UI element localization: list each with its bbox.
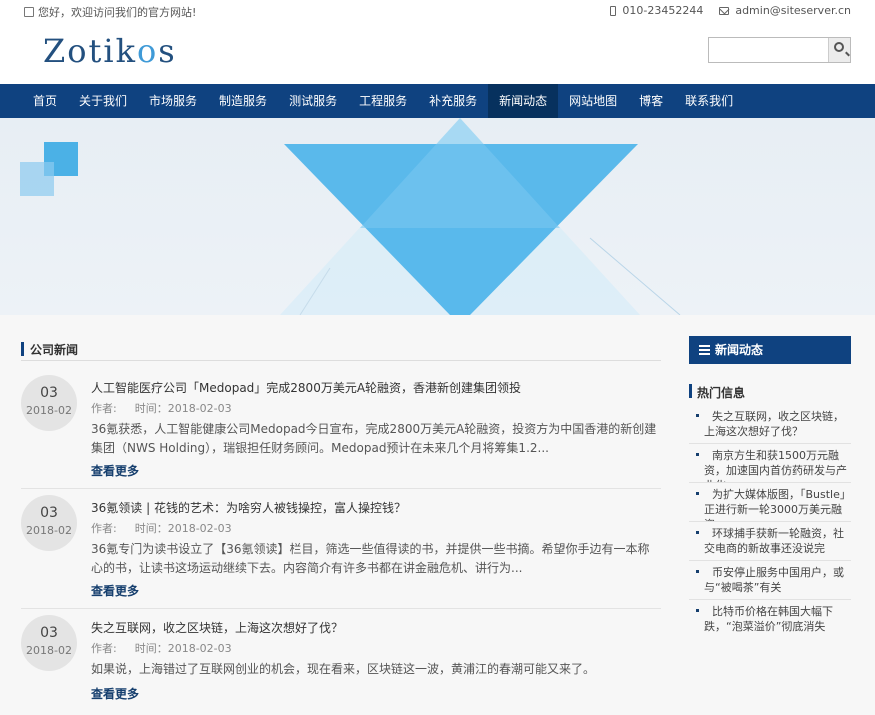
hot-item[interactable]: 南京方生和获1500万元融资，加速国内首仿药研发与产业化 bbox=[689, 444, 851, 483]
welcome-message: 您好，欢迎访问我们的官方网站! bbox=[24, 4, 196, 20]
contact-info: 010-23452244 admin@siteserver.cn bbox=[610, 4, 851, 17]
hot-item-text: 环球捕手获新一轮融资，社交电商的新故事还没说完 bbox=[704, 527, 844, 555]
read-more-link[interactable]: 查看更多 bbox=[91, 685, 139, 702]
nav-item-about[interactable]: 关于我们 bbox=[68, 84, 138, 118]
hot-item-text: 为扩大媒体版图，「Bustle」正进行新一轮3000万美元融资 bbox=[704, 488, 851, 521]
news-date: 03 2018-02 bbox=[21, 615, 77, 671]
nav-item-engineering[interactable]: 工程服务 bbox=[348, 84, 418, 118]
news-meta: 作者: 时间：2018-02-03 bbox=[91, 400, 232, 416]
hot-item-text: 币安停止服务中国用户，或与“被喝茶”有关 bbox=[704, 566, 844, 594]
logo-text-end: s bbox=[158, 32, 177, 70]
news-meta: 作者: 时间：2018-02-03 bbox=[91, 520, 232, 536]
hot-item-text: 南京方生和获1500万元融资，加速国内首仿药研发与产业化 bbox=[704, 449, 847, 482]
nav-item-contact[interactable]: 联系我们 bbox=[674, 84, 744, 118]
logo-text-main: Zotik bbox=[43, 32, 137, 70]
mail-icon bbox=[719, 6, 730, 15]
news-date-month: 2018-02 bbox=[26, 524, 72, 537]
hot-item[interactable]: 环球捕手获新一轮融资，社交电商的新故事还没说完 bbox=[689, 522, 851, 561]
nav-item-news[interactable]: 新闻动态 bbox=[488, 84, 559, 118]
hot-info-bar bbox=[689, 384, 692, 398]
hot-info-label: 热门信息 bbox=[697, 386, 746, 400]
news-time: 时间：2018-02-03 bbox=[134, 642, 232, 655]
section-title: 公司新闻 bbox=[21, 341, 661, 361]
search-box bbox=[708, 37, 851, 63]
top-bar: 您好，欢迎访问我们的官方网站! 010-23452244 admin@sites… bbox=[0, 0, 875, 22]
news-time: 时间：2018-02-03 bbox=[134, 402, 232, 415]
search-icon bbox=[834, 42, 844, 52]
news-item: 03 2018-02 失之互联网，收之区块链，上海这次想好了伐？ 作者: 时间：2… bbox=[21, 609, 661, 715]
news-meta: 作者: 时间：2018-02-03 bbox=[91, 640, 232, 656]
sidebar-header-label: 新闻动态 bbox=[715, 343, 764, 357]
news-summary: 36氪专门为读书设立了【36氪领读】栏目，筛选一些值得读的书，并提供一些书摘。希… bbox=[91, 542, 650, 575]
news-time: 时间：2018-02-03 bbox=[134, 522, 232, 535]
section-title-label: 公司新闻 bbox=[30, 343, 79, 357]
news-summary: 36氪获悉，人工智能健康公司Medopad今日宣布，完成2800万美元A轮融资，… bbox=[91, 422, 657, 455]
news-author: 作者: bbox=[91, 642, 117, 655]
phone-number: 010-23452244 bbox=[622, 4, 704, 17]
hot-list: 失之互联网，收之区块链，上海这次想好了伐？ 南京方生和获1500万元融资，加速国… bbox=[689, 405, 851, 639]
hot-info-title: 热门信息 bbox=[689, 383, 851, 400]
hot-item[interactable]: 币安停止服务中国用户，或与“被喝茶”有关 bbox=[689, 561, 851, 600]
news-date: 03 2018-02 bbox=[21, 375, 77, 431]
welcome-text: 您好，欢迎访问我们的官方网站! bbox=[38, 6, 197, 19]
news-date-day: 03 bbox=[40, 625, 58, 641]
news-author: 作者: bbox=[91, 402, 117, 415]
section-title-bar bbox=[21, 342, 24, 356]
news-author: 作者: bbox=[91, 522, 117, 535]
news-summary: 如果说，上海错过了互联网创业的机会，现在看来，区块链这一波，黄浦江的春潮可能又来… bbox=[91, 662, 596, 676]
search-input[interactable] bbox=[709, 38, 828, 62]
nav-item-home[interactable]: 首页 bbox=[22, 84, 68, 118]
sidebar-header: 新闻动态 bbox=[689, 336, 851, 364]
hot-item[interactable]: 比特币价格在韩国大幅下跌，“泡菜溢价”彻底消失 bbox=[689, 600, 851, 639]
news-list: 03 2018-02 人工智能医疗公司「Medopad」完成2800万美元A轮融… bbox=[21, 369, 661, 715]
read-more-link[interactable]: 查看更多 bbox=[91, 582, 139, 599]
news-item: 03 2018-02 人工智能医疗公司「Medopad」完成2800万美元A轮融… bbox=[21, 369, 661, 489]
home-icon bbox=[24, 7, 34, 17]
news-item: 03 2018-02 36氪领读 | 花钱的艺术：为啥穷人被钱操控，富人操控钱？… bbox=[21, 489, 661, 609]
main-nav: 首页 关于我们 市场服务 制造服务 测试服务 工程服务 补充服务 新闻动态 网站… bbox=[0, 84, 875, 118]
news-date-day: 03 bbox=[40, 505, 58, 521]
nav-item-manufacturing[interactable]: 制造服务 bbox=[208, 84, 278, 118]
news-title[interactable]: 36氪领读 | 花钱的艺术：为啥穷人被钱操控，富人操控钱？ bbox=[91, 499, 406, 516]
logo[interactable]: Zotikos bbox=[43, 32, 177, 70]
phone-icon bbox=[610, 5, 617, 16]
nav-item-market[interactable]: 市场服务 bbox=[138, 84, 208, 118]
nav-item-testing[interactable]: 测试服务 bbox=[278, 84, 348, 118]
read-more-link[interactable]: 查看更多 bbox=[91, 462, 139, 479]
list-icon bbox=[699, 345, 710, 355]
news-title[interactable]: 失之互联网，收之区块链，上海这次想好了伐？ bbox=[91, 619, 343, 636]
logo-text-accent: o bbox=[136, 32, 159, 70]
email-link[interactable]: admin@siteserver.cn bbox=[735, 4, 851, 17]
hot-item-text: 比特币价格在韩国大幅下跌，“泡菜溢价”彻底消失 bbox=[704, 605, 833, 633]
news-date-month: 2018-02 bbox=[26, 644, 72, 657]
nav-item-supplementary[interactable]: 补充服务 bbox=[418, 84, 488, 118]
main-content: 公司新闻 03 2018-02 人工智能医疗公司「Medopad」完成2800万… bbox=[0, 315, 875, 715]
hot-item[interactable]: 失之互联网，收之区块链，上海这次想好了伐？ bbox=[689, 405, 851, 444]
nav-item-sitemap[interactable]: 网站地图 bbox=[558, 84, 628, 118]
nav-item-blog[interactable]: 博客 bbox=[628, 84, 674, 118]
hot-item-text: 失之互联网，收之区块链，上海这次想好了伐？ bbox=[704, 410, 844, 438]
banner bbox=[0, 118, 875, 315]
hot-item[interactable]: 为扩大媒体版图，「Bustle」正进行新一轮3000万美元融资 bbox=[689, 483, 851, 522]
news-date-month: 2018-02 bbox=[26, 404, 72, 417]
news-title[interactable]: 人工智能医疗公司「Medopad」完成2800万美元A轮融资，香港新创建集团领投 bbox=[91, 379, 521, 396]
search-button[interactable] bbox=[828, 38, 850, 62]
news-date: 03 2018-02 bbox=[21, 495, 77, 551]
news-date-day: 03 bbox=[40, 385, 58, 401]
site-header: Zotikos bbox=[0, 22, 875, 84]
banner-graphic bbox=[20, 118, 681, 315]
